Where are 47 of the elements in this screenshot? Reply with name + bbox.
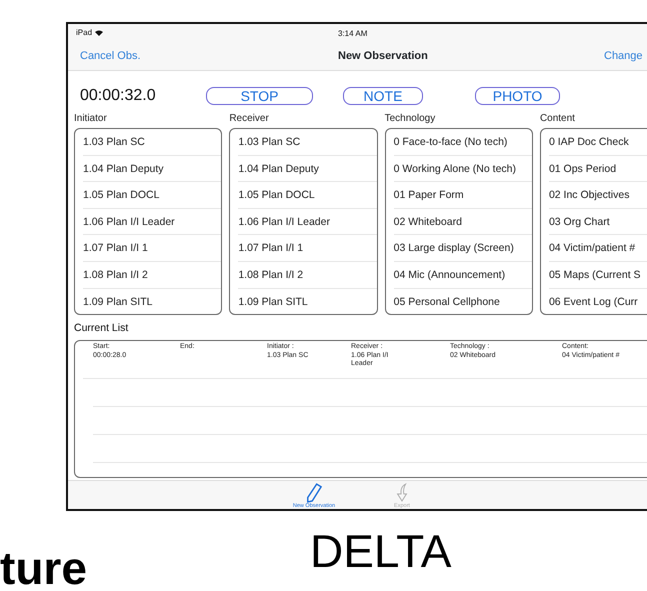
- picker-item[interactable]: 0 IAP Doc Check: [548, 129, 647, 156]
- section-label: Current List: [73, 321, 130, 336]
- picker-item[interactable]: 1.06 Plan I/I Leader: [238, 208, 377, 236]
- picker-item[interactable]: 1.07 Plan I/I 1: [83, 235, 222, 262]
- screen-title: New Observation: [338, 48, 428, 64]
- status-time: 3:14 AM: [338, 28, 368, 40]
- picker-item[interactable]: 03 Large display (Screen): [394, 235, 532, 262]
- picker-item[interactable]: 02 Whiteboard: [394, 208, 532, 236]
- column-label: Technology: [384, 112, 436, 126]
- picker-item[interactable]: 0 Face-to-face (No tech): [394, 129, 532, 156]
- action-button[interactable]: PHOTO: [475, 87, 560, 105]
- change-link[interactable]: Change: [604, 48, 643, 64]
- column-label: Initiator: [74, 112, 108, 126]
- picker-item[interactable]: 1.08 Plan I/I 2: [238, 262, 377, 289]
- device-label: iPad: [76, 27, 92, 39]
- arrow-icon: [394, 482, 410, 503]
- picker-item[interactable]: 1.09 Plan SITL: [238, 288, 377, 314]
- picker-item[interactable]: 05 Personal Cellphone: [394, 288, 532, 314]
- picker-item[interactable]: 1.03 Plan SC: [83, 129, 222, 156]
- heading-fragment: ture: [0, 545, 87, 591]
- column-label: Receiver: [229, 112, 270, 126]
- picker-item[interactable]: 1.09 Plan SITL: [83, 288, 222, 314]
- timer-display: 00:00:32.0: [80, 86, 157, 106]
- picker-item[interactable]: 1.04 Plan Deputy: [83, 156, 222, 182]
- picker-item[interactable]: 1.07 Plan I/I 1: [238, 235, 377, 262]
- picker-item[interactable]: 1.04 Plan Deputy: [238, 156, 377, 182]
- picker-item[interactable]: 06 Event Log (Curr: [548, 288, 647, 314]
- picker-item[interactable]: 05 Maps (Current S: [548, 262, 647, 289]
- pencil-icon: [306, 482, 322, 503]
- picker-item[interactable]: 04 Victim/patient #: [548, 235, 647, 262]
- picker-item[interactable]: 0 Working Alone (No tech): [394, 156, 532, 182]
- picker-item[interactable]: 1.05 Plan DOCL: [83, 182, 222, 209]
- action-button[interactable]: NOTE: [343, 87, 423, 105]
- picker-item[interactable]: 01 Ops Period: [548, 156, 647, 182]
- wifi-icon: [95, 30, 104, 36]
- picker-item[interactable]: 03 Org Chart: [548, 208, 647, 236]
- cancel-link[interactable]: Cancel Obs.: [80, 48, 141, 64]
- picker-item[interactable]: 1.08 Plan I/I 2: [83, 262, 222, 289]
- picker-item[interactable]: 02 Inc Objectives: [548, 182, 647, 209]
- column-label: Content: [540, 112, 576, 126]
- picker-item[interactable]: 01 Paper Form: [394, 182, 532, 209]
- picker-item[interactable]: 1.06 Plan I/I Leader: [83, 208, 222, 236]
- picker-item[interactable]: 1.03 Plan SC: [238, 129, 377, 156]
- action-button[interactable]: STOP: [206, 87, 313, 105]
- picker-item[interactable]: 04 Mic (Announcement): [394, 262, 532, 289]
- picker-item[interactable]: 1.05 Plan DOCL: [238, 182, 377, 209]
- caption-text: DELTA: [310, 528, 452, 574]
